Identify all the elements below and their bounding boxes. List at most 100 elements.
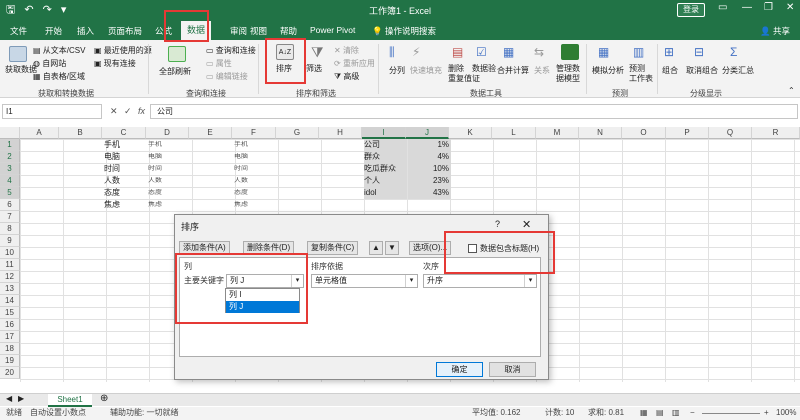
clear-button[interactable]: ✕ 清除: [334, 45, 359, 56]
consolidate-button[interactable]: 合并计算: [497, 65, 529, 76]
close-window-icon[interactable]: ✕: [786, 2, 794, 13]
from-web-button[interactable]: ◍ 自网站: [33, 58, 66, 69]
status-accessibility[interactable]: 辅助功能: 一切就绪: [110, 407, 178, 419]
row-header-20[interactable]: 20: [0, 367, 20, 379]
column-header-q[interactable]: Q: [709, 127, 752, 139]
cancel-button[interactable]: 取消: [489, 362, 536, 377]
column-header-e[interactable]: E: [189, 127, 232, 139]
confirm-entry-icon[interactable]: ✓: [124, 106, 132, 117]
cell-i3[interactable]: 吃瓜群众: [364, 163, 407, 175]
collapse-ribbon-icon[interactable]: ⌃: [788, 86, 795, 95]
tab-help[interactable]: 帮助: [280, 25, 297, 37]
cell-i1[interactable]: 公司: [364, 139, 407, 151]
row-header-7[interactable]: 7: [0, 211, 20, 223]
refresh-all-button[interactable]: 全部刷新: [159, 66, 191, 77]
column-header-k[interactable]: K: [449, 127, 492, 139]
ungroup-button[interactable]: 取消组合: [686, 65, 718, 76]
cell-j1[interactable]: 1%: [408, 139, 451, 151]
cell-c2[interactable]: 电脑: [104, 151, 144, 163]
cell-i4[interactable]: 个人: [364, 175, 407, 187]
remove-duplicates-button[interactable]: 删除 重复值: [448, 64, 472, 84]
sort-on-select[interactable]: 单元格值 ▾: [311, 274, 418, 288]
cell-f6[interactable]: 焦虑: [234, 200, 274, 210]
column-header-b[interactable]: B: [59, 127, 102, 139]
row-header-9[interactable]: 9: [0, 235, 20, 247]
edit-links-button[interactable]: ▭ 编辑链接: [206, 71, 248, 82]
select-all-corner[interactable]: [0, 127, 20, 139]
zoom-out-icon[interactable]: −: [690, 407, 695, 419]
move-up-button[interactable]: ▲: [369, 241, 383, 255]
subtotal-button[interactable]: 分类汇总: [722, 65, 754, 76]
tab-power-pivot[interactable]: Power Pivot: [310, 25, 355, 35]
name-box[interactable]: I1: [2, 104, 102, 119]
group-button[interactable]: 组合: [662, 65, 678, 76]
cell-f2[interactable]: 电脑: [234, 152, 274, 162]
queries-connections-button[interactable]: ▭ 查询和连接: [206, 45, 256, 56]
row-header-4[interactable]: 4: [0, 175, 20, 187]
tab-view[interactable]: 视图: [250, 25, 267, 37]
formula-input[interactable]: 公司: [150, 104, 798, 119]
ok-button[interactable]: 确定: [436, 362, 483, 377]
cancel-entry-icon[interactable]: ✕: [110, 106, 118, 117]
cell-f4[interactable]: 人数: [234, 176, 274, 186]
column-header-p[interactable]: P: [666, 127, 709, 139]
row-header-19[interactable]: 19: [0, 355, 20, 367]
from-table-button[interactable]: ▦ 自表格/区域: [33, 71, 85, 82]
recent-sources-button[interactable]: ▣ 最近使用的源: [94, 45, 152, 56]
add-sheet-icon[interactable]: ⊕: [100, 393, 108, 404]
minimize-icon[interactable]: —: [742, 2, 752, 13]
cell-j2[interactable]: 4%: [408, 151, 451, 163]
forecast-sheet-button[interactable]: 预测 工作表: [629, 64, 653, 84]
column-header-n[interactable]: N: [579, 127, 622, 139]
cell-j5[interactable]: 43%: [408, 187, 451, 199]
cell-c5[interactable]: 态度: [104, 187, 144, 199]
manage-data-model-button[interactable]: 管理数 据模型: [556, 64, 580, 84]
tab-review[interactable]: 审阅: [230, 25, 247, 37]
cell-i5[interactable]: idol: [364, 187, 407, 199]
cell-d4[interactable]: 人数: [148, 176, 188, 186]
row-header-10[interactable]: 10: [0, 247, 20, 259]
next-sheet-icon[interactable]: ▶: [18, 394, 24, 403]
tab-file[interactable]: 文件: [10, 25, 27, 37]
what-if-button[interactable]: 模拟分析: [592, 65, 624, 76]
tab-home[interactable]: 开始: [45, 25, 62, 37]
prev-sheet-icon[interactable]: ◀: [6, 394, 12, 403]
row-header-15[interactable]: 15: [0, 307, 20, 319]
cell-d1[interactable]: 手机: [148, 140, 188, 150]
sheet-tab-sheet1[interactable]: Sheet1: [48, 394, 92, 407]
row-header-2[interactable]: 2: [0, 151, 20, 163]
text-to-columns-button[interactable]: 分列: [389, 65, 405, 76]
properties-button[interactable]: ▭ 属性: [206, 58, 232, 69]
page-layout-view-icon[interactable]: ▤: [656, 407, 664, 419]
help-icon[interactable]: ?: [495, 219, 500, 229]
filter-button[interactable]: 筛选: [306, 63, 322, 74]
column-header-c[interactable]: C: [102, 127, 146, 139]
flash-fill-button[interactable]: 快速填充: [410, 65, 442, 76]
reapply-button[interactable]: ⟳ 重新应用: [334, 58, 375, 69]
row-header-17[interactable]: 17: [0, 331, 20, 343]
normal-view-icon[interactable]: ▦: [640, 407, 648, 419]
cell-d3[interactable]: 时间: [148, 164, 188, 174]
column-header-i[interactable]: I: [362, 127, 406, 139]
advanced-button[interactable]: ⧩ 高级: [334, 71, 359, 82]
cell-c6[interactable]: 焦虑: [104, 199, 144, 211]
cell-j4[interactable]: 23%: [408, 175, 451, 187]
signin-button[interactable]: 登录: [677, 3, 705, 17]
cell-j3[interactable]: 10%: [408, 163, 451, 175]
tab-page-layout[interactable]: 页面布局: [108, 25, 142, 37]
row-header-1[interactable]: 1: [0, 139, 20, 151]
column-header-o[interactable]: O: [622, 127, 666, 139]
row-header-13[interactable]: 13: [0, 283, 20, 295]
zoom-in-icon[interactable]: +: [764, 407, 769, 419]
column-header-l[interactable]: L: [492, 127, 536, 139]
zoom-level[interactable]: 100%: [776, 407, 796, 419]
column-header-d[interactable]: D: [146, 127, 189, 139]
row-header-18[interactable]: 18: [0, 343, 20, 355]
row-header-14[interactable]: 14: [0, 295, 20, 307]
maximize-icon[interactable]: ❐: [764, 2, 773, 13]
relationships-button[interactable]: 关系: [534, 65, 550, 76]
column-header-f[interactable]: F: [232, 127, 276, 139]
column-header-j[interactable]: J: [406, 127, 449, 139]
row-header-6[interactable]: 6: [0, 199, 20, 211]
from-text-button[interactable]: ▤ 从文本/CSV: [33, 45, 85, 56]
